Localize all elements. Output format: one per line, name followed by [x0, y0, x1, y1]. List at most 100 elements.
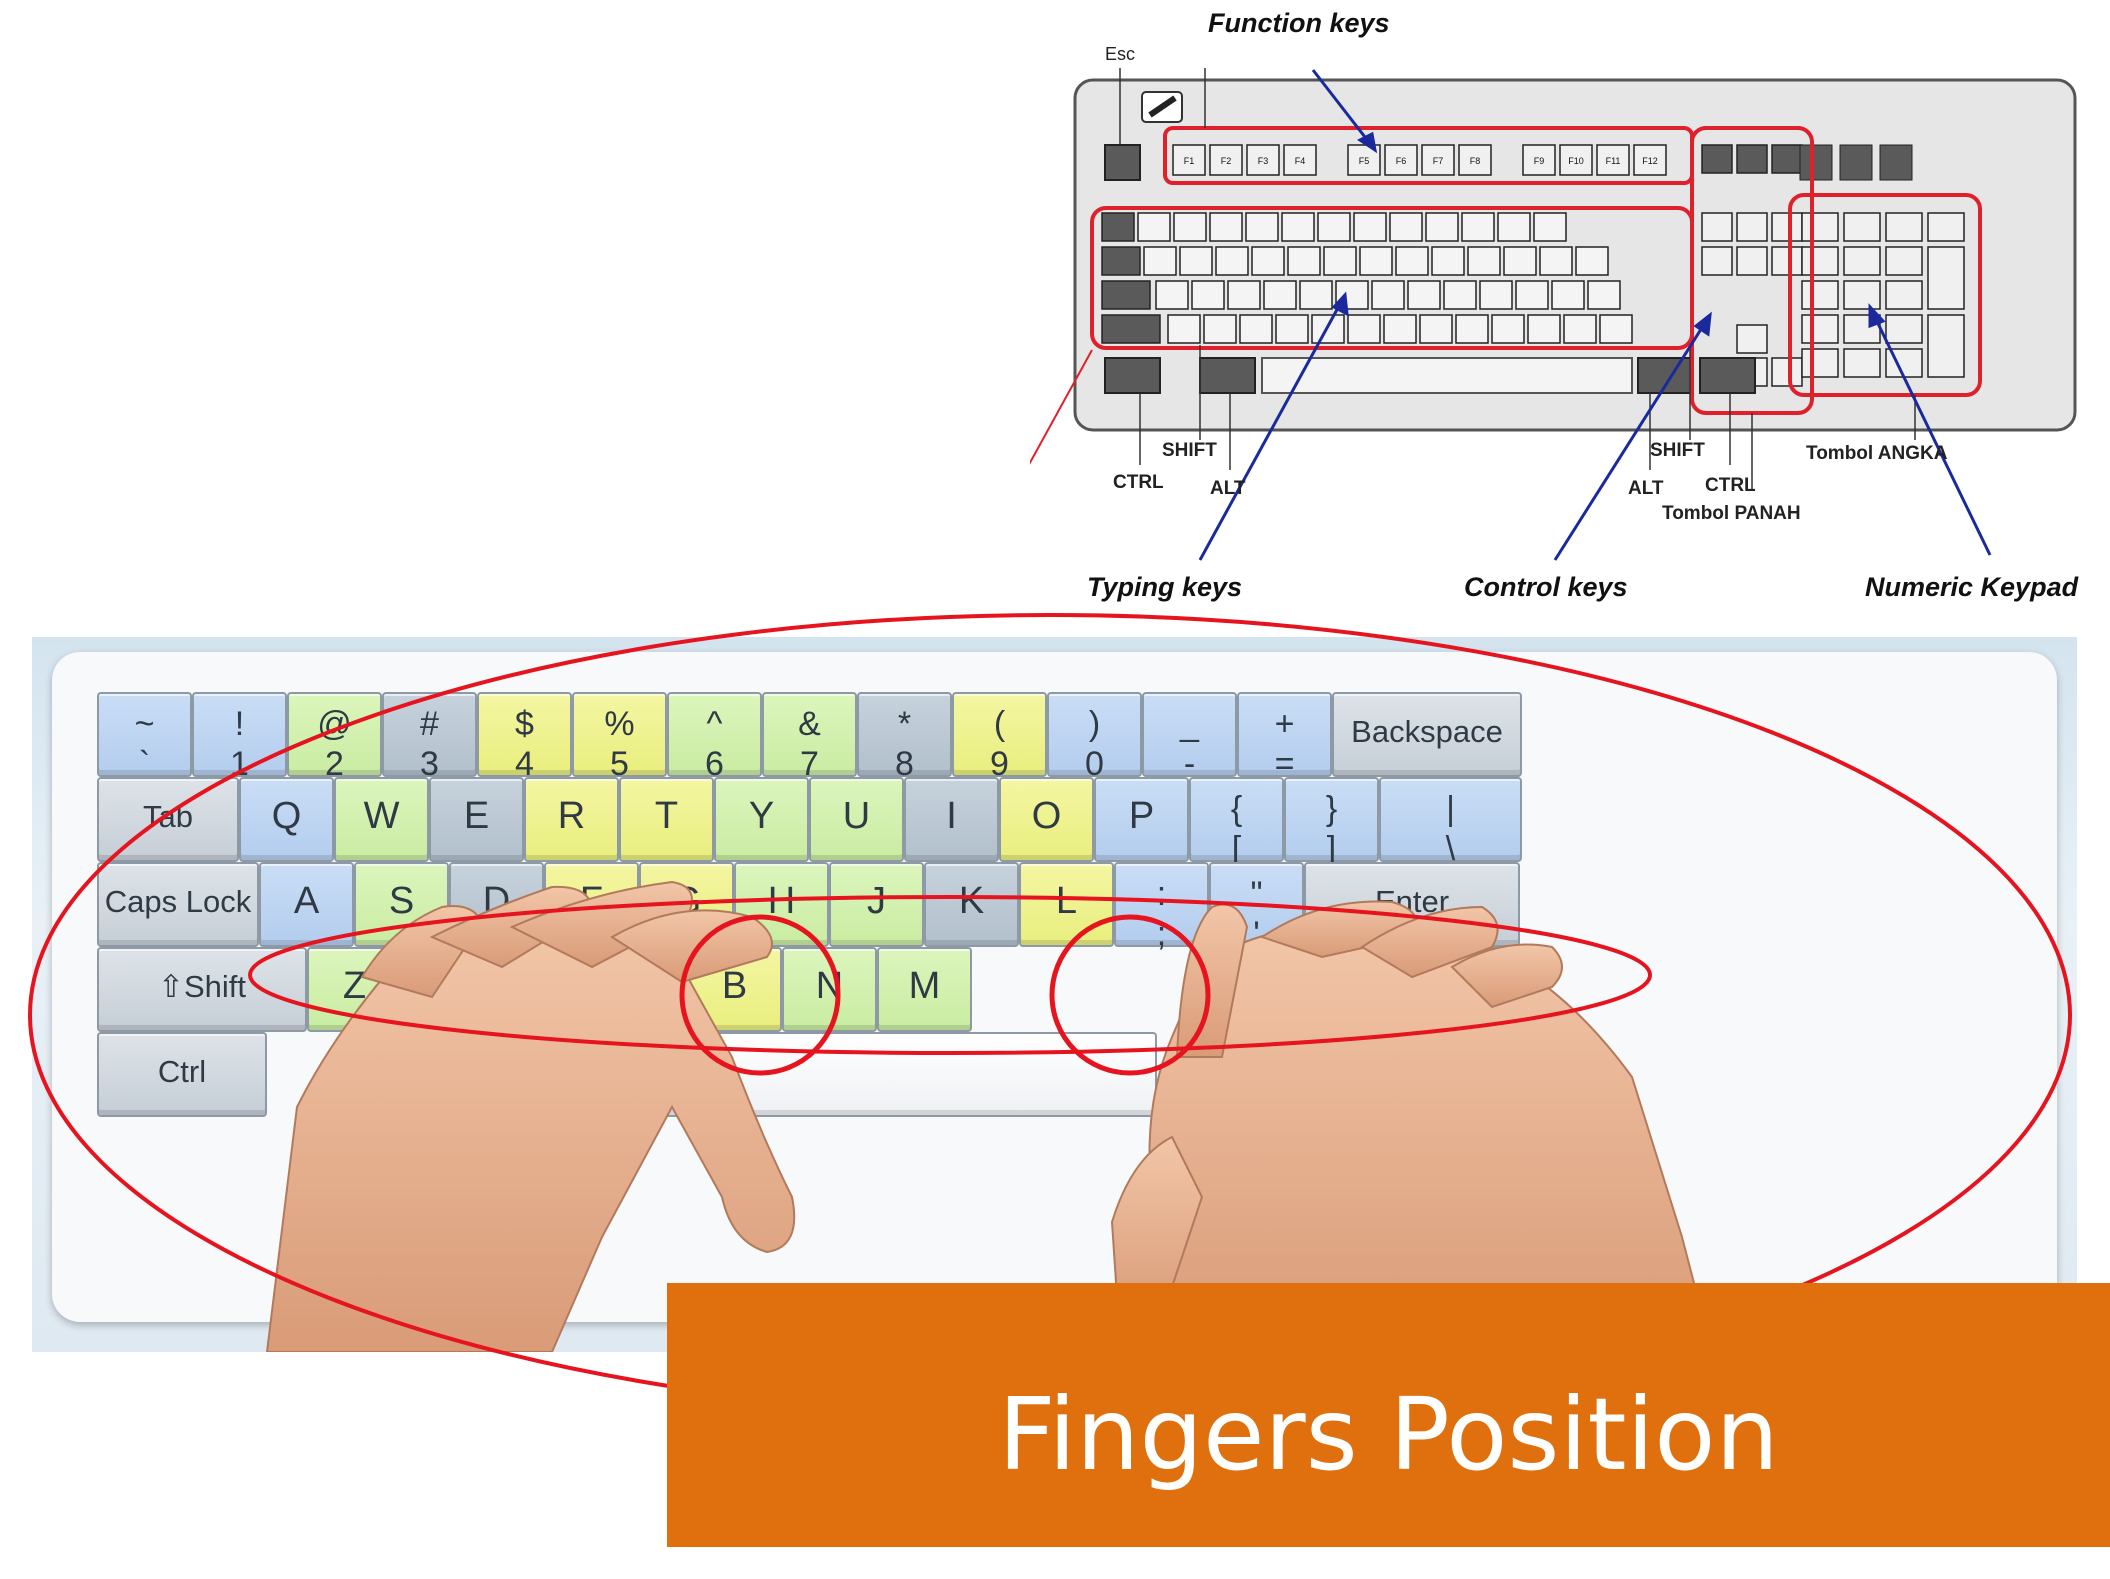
title-banner: Fingers Position — [667, 1283, 2110, 1547]
diagram-fkey-label-11: F11 — [1606, 156, 1621, 166]
diagram-typing-key — [1191, 280, 1225, 310]
diagram-nav-key — [1736, 144, 1768, 174]
diagram-typing-key — [1455, 314, 1489, 344]
diagram-typing-key — [1395, 246, 1429, 276]
diagram-typing-key — [1167, 314, 1201, 344]
diagram-typing-key — [1527, 314, 1561, 344]
diagram-typing-key — [1137, 212, 1171, 242]
diagram-typing-key — [1281, 212, 1315, 242]
diagram-numpad-key — [1927, 314, 1965, 378]
diagram-numpad-key — [1801, 212, 1839, 242]
diagram-typing-key — [1215, 246, 1249, 276]
numeric-keypad-label: Numeric Keypad — [1865, 572, 2079, 602]
diagram-fkey-label-3: F3 — [1258, 156, 1269, 166]
diagram-numpad-key — [1801, 314, 1839, 344]
diagram-typing-key — [1479, 280, 1513, 310]
diagram-typing-key — [1551, 280, 1585, 310]
ctrl-left-label: CTRL — [1113, 472, 1164, 493]
diagram-typing-key — [1431, 246, 1465, 276]
ctrl-right-label: CTRL — [1705, 475, 1756, 496]
diagram-typing-key — [1245, 212, 1279, 242]
diagram-modifier-key — [1101, 314, 1161, 344]
diagram-nav-key — [1701, 144, 1733, 174]
diagram-typing-key — [1563, 314, 1597, 344]
diagram-typing-key — [1227, 280, 1261, 310]
diagram-esc-key — [1104, 144, 1141, 181]
diagram-typing-key — [1263, 280, 1297, 310]
diagram-typing-key — [1275, 314, 1309, 344]
diagram-numpad-key — [1843, 348, 1881, 378]
diagram-typing-key — [1497, 212, 1531, 242]
diagram-typing-key — [1323, 246, 1357, 276]
diagram-typing-key — [1419, 314, 1453, 344]
diagram-typing-key — [1173, 212, 1207, 242]
diagram-nav-key — [1771, 246, 1803, 276]
diagram-numpad-key — [1801, 348, 1839, 378]
diagram-typing-key — [1467, 246, 1501, 276]
diagram-fkey-label-5: F5 — [1359, 156, 1370, 166]
left-hand — [265, 880, 796, 1352]
diagram-bottom-row — [1104, 357, 1756, 394]
diagram-fkey-label-10: F10 — [1568, 156, 1584, 166]
diagram-spacebar — [1261, 357, 1633, 394]
diagram-typing-key — [1425, 212, 1459, 242]
diagram-typing-key — [1179, 246, 1213, 276]
diagram-typing-key — [1515, 280, 1549, 310]
tombol-angka-label: Tombol ANGKA — [1806, 443, 1948, 464]
diagram-typing-key — [1533, 212, 1567, 242]
diagram-typing-key — [1203, 314, 1237, 344]
slide-title: Fingers Position — [998, 1375, 1779, 1493]
diagram-typing-key — [1299, 280, 1333, 310]
diagram-numpad-key — [1801, 246, 1839, 276]
diagram-fkey-label-8: F8 — [1470, 156, 1481, 166]
diagram-nav-key — [1736, 324, 1768, 354]
diagram-fkey-label-1: F1 — [1184, 156, 1195, 166]
diagram-nav-key — [1736, 212, 1768, 242]
diagram-numpad-key — [1801, 280, 1839, 310]
diagram-typing-key — [1287, 246, 1321, 276]
diagram-typing-key — [1383, 314, 1417, 344]
diagram-fkey-label-7: F7 — [1433, 156, 1444, 166]
diagram-typing-key — [1389, 212, 1423, 242]
finger-position-photo: ~ `! 1 @2 #3 $4% 5 ^ 6 & 7 * 8(9) 0 _ - + = Backspace Tab Q W… — [32, 637, 2077, 1352]
diagram-nav-key — [1771, 212, 1803, 242]
typing-keys-label: Typing keys — [1087, 572, 1243, 602]
diagram-fkey-label-9: F9 — [1534, 156, 1545, 166]
diagram-typing-key — [1239, 314, 1273, 344]
shift-right-label: SHIFT — [1650, 440, 1705, 461]
diagram-typing-key — [1461, 212, 1495, 242]
diagram-numpad-key — [1927, 246, 1965, 310]
diagram-numpad-key — [1843, 280, 1881, 310]
diagram-modifier-key — [1101, 246, 1141, 276]
diagram-typing-key — [1359, 246, 1393, 276]
diagram-numpad-key — [1927, 212, 1965, 242]
diagram-typing-key — [1587, 280, 1621, 310]
diagram-typing-key — [1101, 212, 1135, 242]
diagram-nav-key — [1771, 144, 1803, 174]
diagram-typing-key — [1503, 246, 1537, 276]
keyboard-diagram: F1 F2 F3 F4 F5 F6 F7 F8 F9 F10 F11 F12 F… — [1030, 0, 2110, 620]
esc-label: Esc — [1105, 44, 1136, 64]
shift-left-label: SHIFT — [1162, 440, 1217, 461]
diagram-typing-key — [1317, 212, 1351, 242]
diagram-nav-key — [1736, 246, 1768, 276]
alt-right-label: ALT — [1628, 478, 1664, 499]
diagram-typing-key — [1143, 246, 1177, 276]
diagram-numpad-key — [1885, 280, 1923, 310]
diagram-nav-key — [1771, 357, 1803, 387]
diagram-fkey-label-4: F4 — [1295, 156, 1306, 166]
diagram-status-lights — [1799, 144, 1913, 181]
keyboard-diagram-drawing: F1 F2 F3 F4 F5 F6 F7 F8 F9 F10 F11 F12 — [1030, 68, 2077, 561]
diagram-numpad-key — [1885, 212, 1923, 242]
diagram-typing-key — [1443, 280, 1477, 310]
function-keys-label: Function keys — [1208, 8, 1390, 38]
diagram-fkey-label-12: F12 — [1642, 156, 1658, 166]
diagram-typing-key — [1251, 246, 1285, 276]
hands-illustration — [265, 880, 1714, 1352]
tombol-panah-label: Tombol PANAH — [1662, 503, 1801, 524]
diagram-numpad-key — [1885, 314, 1923, 344]
diagram-typing-key — [1599, 314, 1633, 344]
diagram-typing-key — [1155, 280, 1189, 310]
alt-left-label: ALT — [1210, 478, 1246, 499]
diagram-typing-key — [1407, 280, 1441, 310]
